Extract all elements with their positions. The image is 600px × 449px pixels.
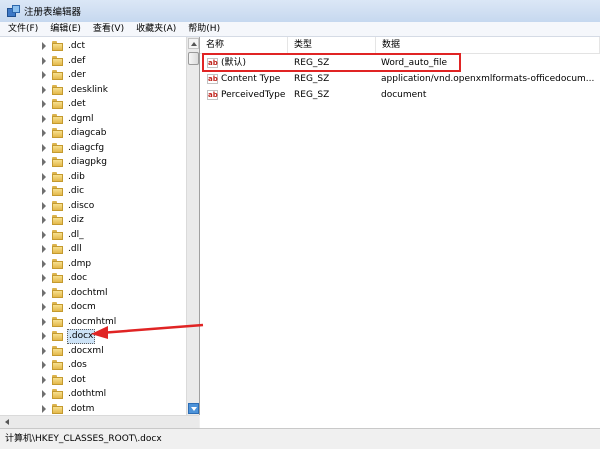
status-bar: 计算机\HKEY_CLASSES_ROOT\.docx <box>0 428 600 449</box>
status-path: 计算机\HKEY_CLASSES_ROOT\.docx <box>5 434 162 444</box>
annotation-arrow <box>91 323 204 339</box>
